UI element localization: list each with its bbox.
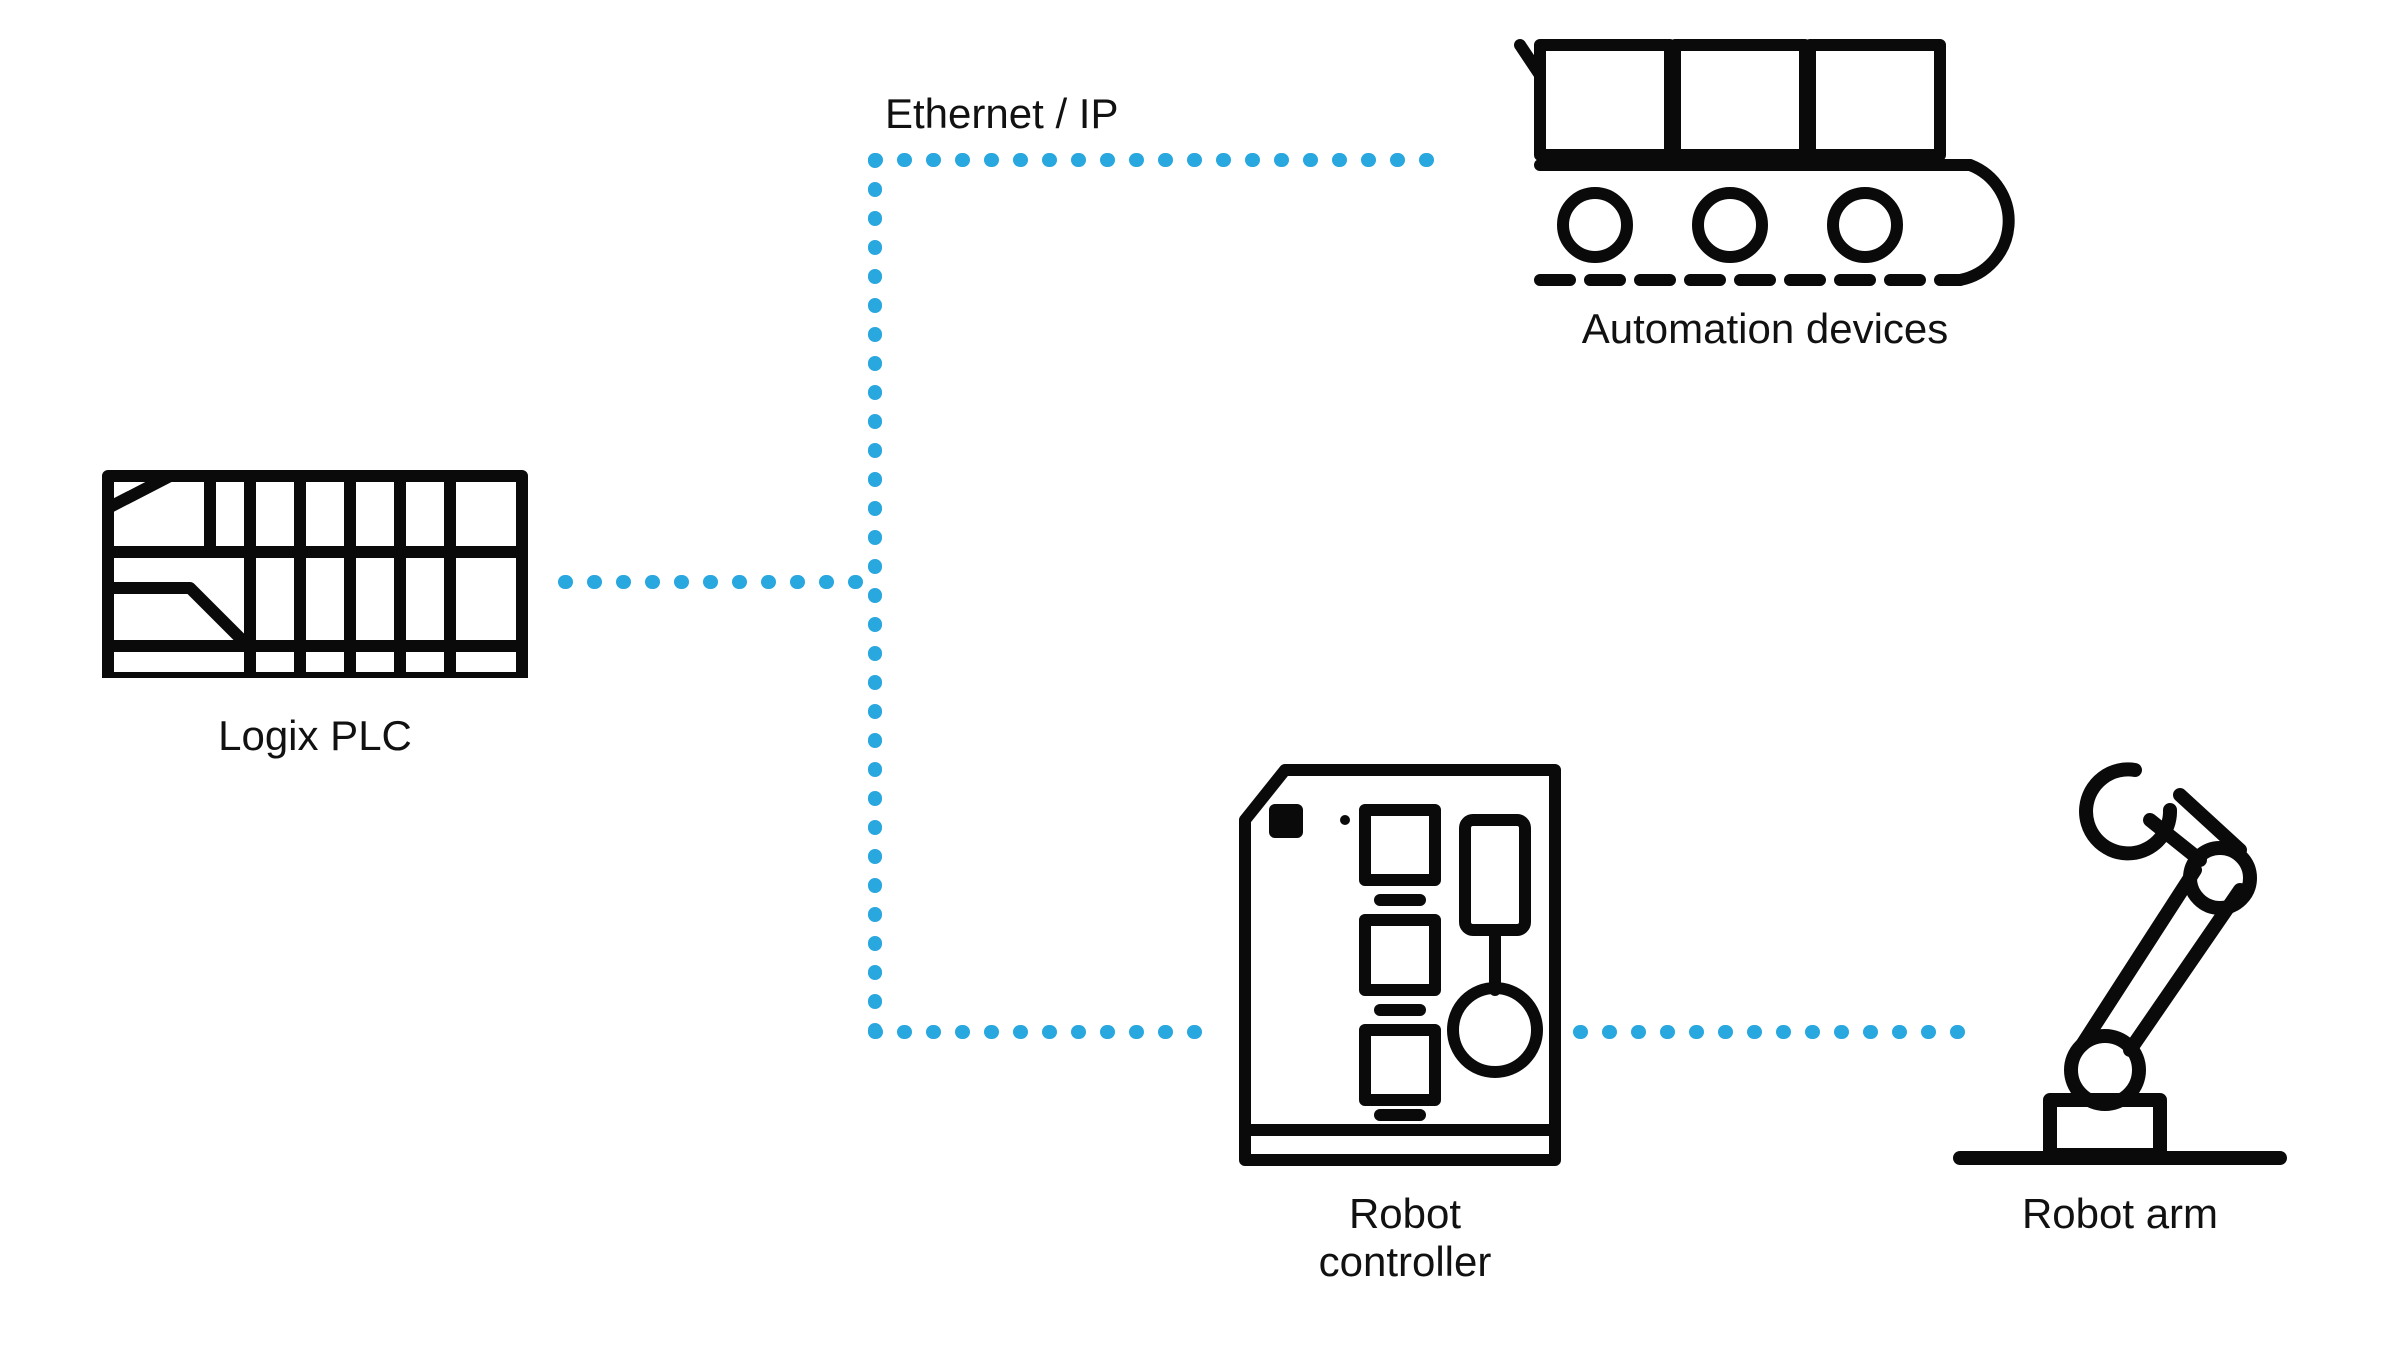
controller-label: Robot controller (1235, 1190, 1575, 1287)
robot-controller-icon (1235, 760, 1575, 1170)
connection-label: Ethernet / IP (885, 90, 1118, 138)
plc-label: Logix PLC (100, 712, 530, 760)
node-controller (1235, 760, 1575, 1175)
plc-icon (100, 468, 530, 678)
arm-label: Robot arm (1940, 1190, 2300, 1238)
node-arm (1940, 750, 2300, 1175)
conveyor-icon (1500, 25, 2030, 295)
robot-arm-icon (1940, 750, 2300, 1170)
node-plc (100, 468, 530, 683)
automation-label: Automation devices (1500, 305, 2030, 353)
node-automation (1500, 25, 2030, 300)
